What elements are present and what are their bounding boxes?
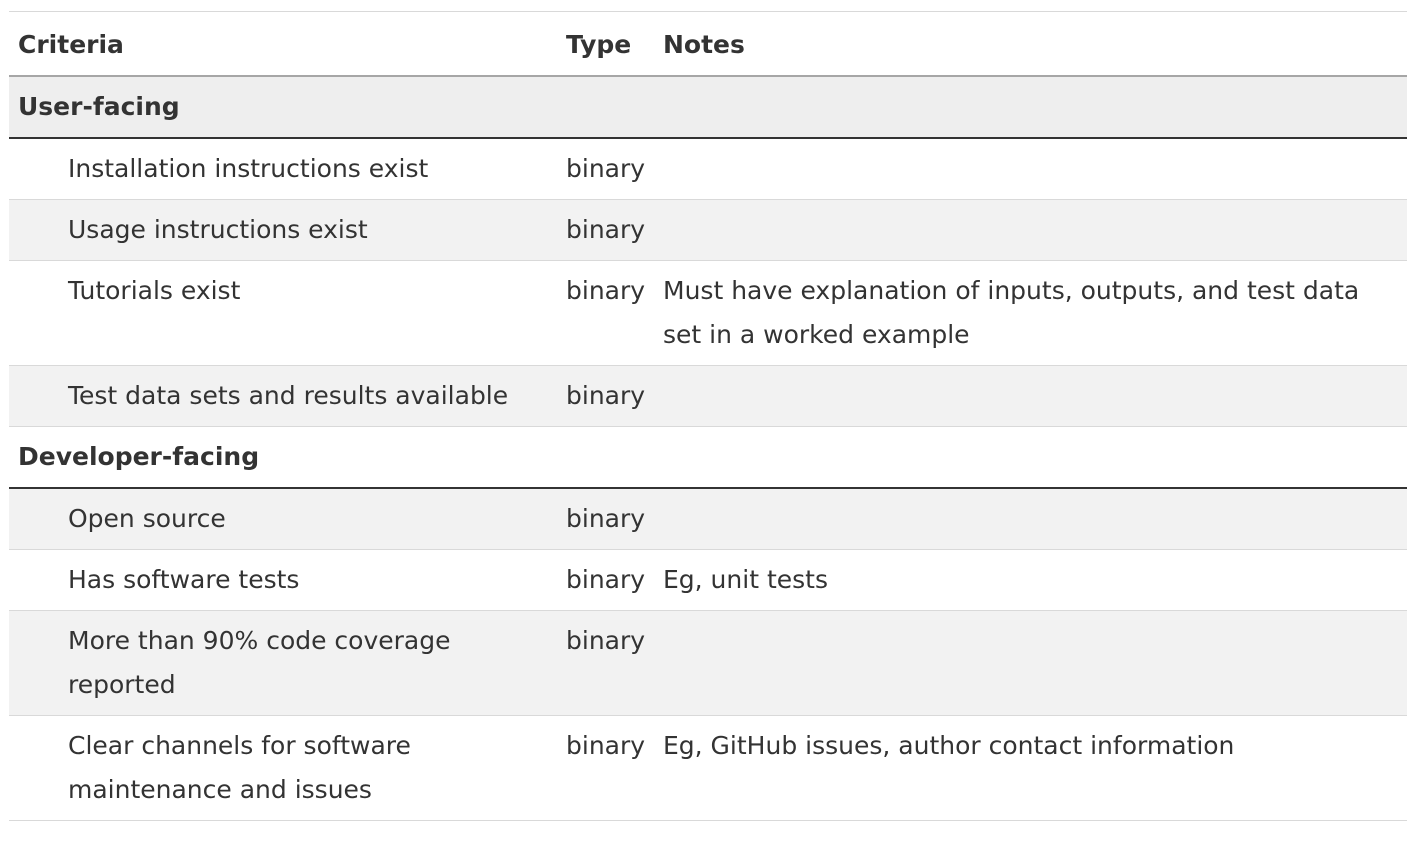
table-row: Has software tests binary Eg, unit tests xyxy=(9,549,1407,611)
criteria-cell: More than 90% code coverage reported xyxy=(9,610,557,716)
criteria-cell: Tutorials exist xyxy=(9,260,557,366)
type-cell: binary xyxy=(557,715,654,821)
notes-cell xyxy=(654,199,1407,261)
group-label: Developer-facing xyxy=(9,426,1407,489)
table-header: Criteria Type Notes xyxy=(9,11,1407,77)
column-header-notes[interactable]: Notes xyxy=(654,11,1407,77)
criteria-cell: Open source xyxy=(9,488,557,550)
type-cell: binary xyxy=(557,138,654,200)
group-row-developer-facing: Developer-facing xyxy=(9,426,1407,489)
type-cell: binary xyxy=(557,365,654,427)
notes-cell xyxy=(654,488,1407,550)
column-header-criteria[interactable]: Criteria xyxy=(9,11,557,77)
table-row: Open source binary xyxy=(9,488,1407,550)
notes-cell: Must have explanation of inputs, outputs… xyxy=(654,260,1407,366)
column-header-type[interactable]: Type xyxy=(557,11,654,77)
criteria-cell: Clear channels for software maintenance … xyxy=(9,715,557,821)
type-cell: binary xyxy=(557,488,654,550)
table-row: Test data sets and results available bin… xyxy=(9,365,1407,427)
notes-cell xyxy=(654,610,1407,716)
criteria-cell: Has software tests xyxy=(9,549,557,611)
group-row-user-facing: User-facing xyxy=(9,76,1407,139)
header-row: Criteria Type Notes xyxy=(9,11,1407,77)
type-cell: binary xyxy=(557,199,654,261)
table-row: Installation instructions exist binary xyxy=(9,138,1407,200)
criteria-cell: Test data sets and results available xyxy=(9,365,557,427)
criteria-cell: Installation instructions exist xyxy=(9,138,557,200)
type-cell: binary xyxy=(557,549,654,611)
group-label: User-facing xyxy=(9,76,1407,139)
notes-cell: Eg, GitHub issues, author contact inform… xyxy=(654,715,1407,821)
notes-cell: Eg, unit tests xyxy=(654,549,1407,611)
type-cell: binary xyxy=(557,610,654,716)
type-cell: binary xyxy=(557,260,654,366)
notes-cell xyxy=(654,138,1407,200)
criteria-table: Criteria Type Notes User-facing Installa… xyxy=(9,11,1407,821)
table-row: Clear channels for software maintenance … xyxy=(9,715,1407,821)
table-row: More than 90% code coverage reported bin… xyxy=(9,610,1407,716)
table-row: Tutorials exist binary Must have explana… xyxy=(9,260,1407,366)
criteria-cell: Usage instructions exist xyxy=(9,199,557,261)
table-body: User-facing Installation instructions ex… xyxy=(9,76,1407,821)
notes-cell xyxy=(654,365,1407,427)
table-row: Usage instructions exist binary xyxy=(9,199,1407,261)
page: Criteria Type Notes User-facing Installa… xyxy=(0,0,1415,849)
